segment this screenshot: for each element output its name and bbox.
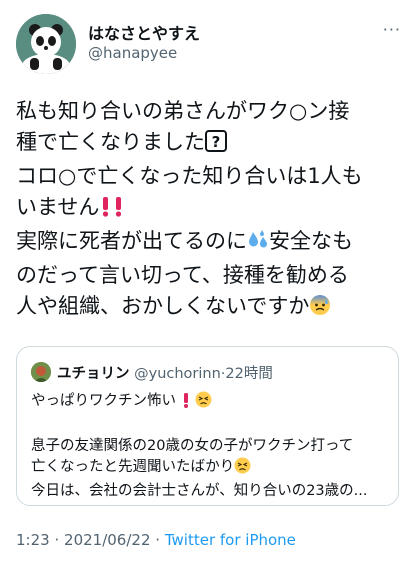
tweet-line: 私も知り合いの弟さんがワク○ン接 xyxy=(16,99,350,123)
quoted-line: 亡くなったと先週聞いたばかり xyxy=(31,457,391,481)
quoted-text: やっぱりワクチン怖い 息子の友達関係の20歳の女の子がワクチン打って 亡くなった… xyxy=(31,391,391,502)
quoted-blank-line xyxy=(31,415,391,436)
sweat-droplets-emoji-icon xyxy=(247,229,269,260)
quoted-line: 息子の友達関係の20歳の女の子がワクチン打って xyxy=(31,438,354,454)
tweet-line-text: 人や組織、おかしくないですか xyxy=(16,294,310,318)
tweet-line: いません xyxy=(16,192,406,226)
tweet-time[interactable]: 1:23 xyxy=(16,531,50,549)
tweet-text: 私も知り合いの弟さんがワク○ン接 種で亡くなりました? コロ○で亡くなった知り合… xyxy=(16,96,406,325)
footer-separator: · xyxy=(155,531,161,549)
quoted-author-handle[interactable]: @yuchorinn xyxy=(134,366,221,382)
quoted-avatar-icon[interactable] xyxy=(31,362,51,382)
persevering-face-emoji-icon xyxy=(234,457,251,481)
author-avatar[interactable] xyxy=(16,14,76,74)
tweet-line: 実際に死者が出てるのに 安全なも xyxy=(16,226,406,260)
panda-avatar-icon xyxy=(16,14,76,74)
persevering-face-emoji-icon xyxy=(195,391,212,415)
quoted-tweet[interactable]: ユチョリン @yuchorinn·22時間 やっぱりワクチン怖い 息子の友達関係… xyxy=(16,346,399,506)
quoted-time[interactable]: 22時間 xyxy=(225,366,272,382)
footer-separator: · xyxy=(54,531,60,549)
exclamation-emoji-icon xyxy=(112,195,125,226)
author-name[interactable]: はなさとやすえ xyxy=(88,20,200,44)
tweet-footer: 1:23 · 2021/06/22 · Twitter for iPhone xyxy=(16,531,296,549)
quoted-line: やっぱりワクチン怖い xyxy=(31,391,391,415)
tweet-line-text: 種で亡くなりました xyxy=(16,130,205,154)
tweet-line: のだって言い切って、接種を勧める xyxy=(16,263,349,287)
tweet-line-text: 安全なも xyxy=(269,229,353,253)
tweet-line: 人や組織、おかしくないですか xyxy=(16,291,406,325)
exclamation-emoji-icon xyxy=(181,392,191,415)
quoted-line: 今日は、会社の会計士さんが、知り合いの23歳の... xyxy=(31,483,368,499)
quoted-header: ユチョリン @yuchorinn·22時間 xyxy=(57,362,273,383)
tweet-date[interactable]: 2021/06/22 xyxy=(64,531,150,549)
anxious-face-emoji-icon xyxy=(309,294,331,325)
question-emoji-icon: ? xyxy=(205,130,227,161)
source-link[interactable]: Twitter for iPhone xyxy=(165,531,296,549)
quoted-line-text: 亡くなったと先週聞いたばかり xyxy=(31,459,235,475)
tweet-line-text: いません xyxy=(16,195,100,219)
exclamation-emoji-icon xyxy=(99,195,112,226)
tweet-line: 種で亡くなりました? xyxy=(16,127,406,161)
quoted-line-text: やっぱりワクチン怖い xyxy=(31,393,176,409)
svg-text:?: ? xyxy=(212,133,221,151)
tweet-line-text: 実際に死者が出てるのに xyxy=(16,229,247,253)
author-handle[interactable]: @hanapyee xyxy=(88,44,177,62)
tweet-line: コロ○で亡くなった知り合いは1人も xyxy=(16,164,363,188)
quoted-author-name[interactable]: ユチョリン xyxy=(57,366,130,382)
more-options-button[interactable]: ··· xyxy=(383,20,401,39)
